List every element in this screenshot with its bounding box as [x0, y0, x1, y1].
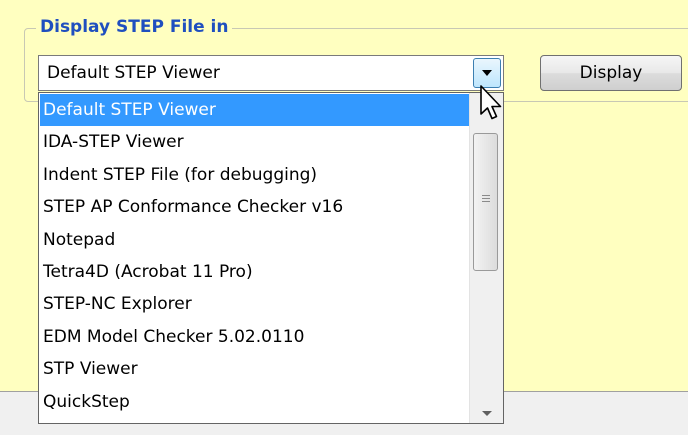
groupbox-title: Display STEP File in: [36, 16, 233, 38]
viewer-combobox[interactable]: Default STEP Viewer: [38, 55, 504, 91]
scrollbar-thumb[interactable]: [473, 133, 498, 271]
option-conformance-checker[interactable]: STEP AP Conformance Checker v16: [40, 191, 470, 223]
option-edm-model-checker[interactable]: EDM Model Checker 5.02.0110: [40, 321, 470, 353]
scroll-down-arrow-icon: [482, 411, 492, 416]
option-default-step-viewer[interactable]: Default STEP Viewer: [40, 94, 470, 127]
option-stp-viewer[interactable]: STP Viewer: [40, 353, 470, 385]
option-step-nc-explorer[interactable]: STEP-NC Explorer: [40, 288, 470, 320]
grip-icon: [482, 195, 490, 196]
viewer-dropdown-list[interactable]: Default STEP Viewer IDA-STEP Viewer Inde…: [38, 92, 504, 424]
option-indent-step-file[interactable]: Indent STEP File (for debugging): [40, 159, 470, 191]
combobox-selected-value: Default STEP Viewer: [47, 63, 220, 83]
option-quickstep[interactable]: QuickStep: [40, 386, 470, 418]
option-notepad[interactable]: Notepad: [40, 224, 470, 256]
option-ida-step-viewer[interactable]: IDA-STEP Viewer: [40, 126, 470, 158]
option-list: Default STEP Viewer IDA-STEP Viewer Inde…: [40, 94, 470, 418]
chevron-down-icon: [482, 70, 492, 76]
dropdown-scrollbar[interactable]: [469, 93, 503, 423]
mouse-cursor-icon: [480, 85, 502, 120]
display-button[interactable]: Display: [540, 55, 682, 91]
option-tetra4d[interactable]: Tetra4D (Acrobat 11 Pro): [40, 256, 470, 288]
scroll-down-button[interactable]: [470, 403, 503, 423]
